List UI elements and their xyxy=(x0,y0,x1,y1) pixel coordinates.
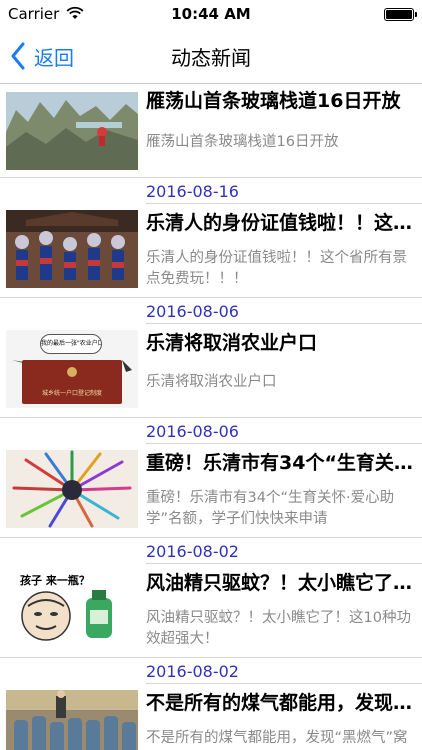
news-item[interactable]: 2016-08-06 重磅！乐清市有34个“生育关… 重磅！乐清市有34个“生育… xyxy=(0,418,422,538)
thumbnail-caption: 城乡统一户口登记制度 xyxy=(41,390,102,397)
news-summary: 雁荡山首条玻璃栈道16日开放 xyxy=(146,134,339,150)
news-title: 雁荡山首条玻璃栈道16日开放 xyxy=(146,90,401,112)
news-summary: 乐清将取消农业户口 xyxy=(146,374,277,390)
news-date: 2016-08-06 xyxy=(146,302,239,321)
news-title: 乐清人的身份证值钱啦！！这… xyxy=(146,212,413,234)
news-list: 雁荡山首条玻璃栈道16日开放 雁荡山首条玻璃栈道16日开放 2016-08-16… xyxy=(0,84,422,750)
divider xyxy=(146,443,422,444)
news-thumbnail xyxy=(6,690,138,750)
news-date: 2016-08-16 xyxy=(146,182,239,201)
news-thumbnail: 我的最后一张"农业户口" 城乡统一户口登记制度 xyxy=(6,330,138,408)
battery-icon xyxy=(384,8,417,21)
news-title: 重磅！乐清市有34个“生育关… xyxy=(146,452,413,474)
news-date: 2016-08-02 xyxy=(146,662,239,681)
news-summary: 重磅！乐清市有34个“生育关怀·爱心助学”名额，学子们快快来申请 xyxy=(146,490,395,527)
divider xyxy=(146,563,422,564)
news-title: 乐清将取消农业户口 xyxy=(146,332,318,354)
news-title: 风油精只驱蚊？！太小瞧它了… xyxy=(146,572,413,594)
news-thumbnail xyxy=(6,450,138,528)
status-bar: Carrier 10:44 AM xyxy=(0,0,422,28)
news-summary: 风油精只驱蚊？！太小瞧它了！这10种功效超强大！ xyxy=(146,610,411,647)
news-thumbnail: 孩子 来一瓶？ xyxy=(6,570,138,648)
news-item[interactable]: 雁荡山首条玻璃栈道16日开放 雁荡山首条玻璃栈道16日开放 xyxy=(0,84,422,178)
news-item[interactable]: 2016-08-16 乐清人的身份证值钱啦！！这… 乐清人的身份证值钱啦！！这个… xyxy=(0,178,422,298)
navigation-bar: 返回 动态新闻 xyxy=(0,28,422,84)
news-date: 2016-08-02 xyxy=(146,542,239,561)
news-thumbnail xyxy=(6,92,138,170)
news-item[interactable]: 2016-08-06 我的最后一张"农业户口" 城乡统一户口登记制度 乐清将取消… xyxy=(0,298,422,418)
news-item[interactable]: 2016-08-02 孩子 来一瓶？ 风油精只驱蚊？！太小瞧它了… 风油精只驱蚊… xyxy=(0,538,422,658)
clock: 10:44 AM xyxy=(171,5,251,23)
news-date: 2016-08-06 xyxy=(146,422,239,441)
news-summary: 乐清人的身份证值钱啦！！这个省所有景点免费玩！！！ xyxy=(146,250,407,287)
divider xyxy=(146,203,422,204)
news-summary: 不是所有的煤气都能用，发现“黑燃气”窝点可打12319举报 xyxy=(146,730,408,746)
divider xyxy=(146,323,422,324)
page-title: 动态新闻 xyxy=(171,46,251,70)
divider xyxy=(146,683,422,684)
news-thumbnail xyxy=(6,210,138,288)
news-title: 不是所有的煤气都能用，发现… xyxy=(146,692,413,714)
news-item[interactable]: 2016-08-02 不是所有的煤气都能用，发现… 不是所有的煤气都能用，发现“… xyxy=(0,658,422,750)
